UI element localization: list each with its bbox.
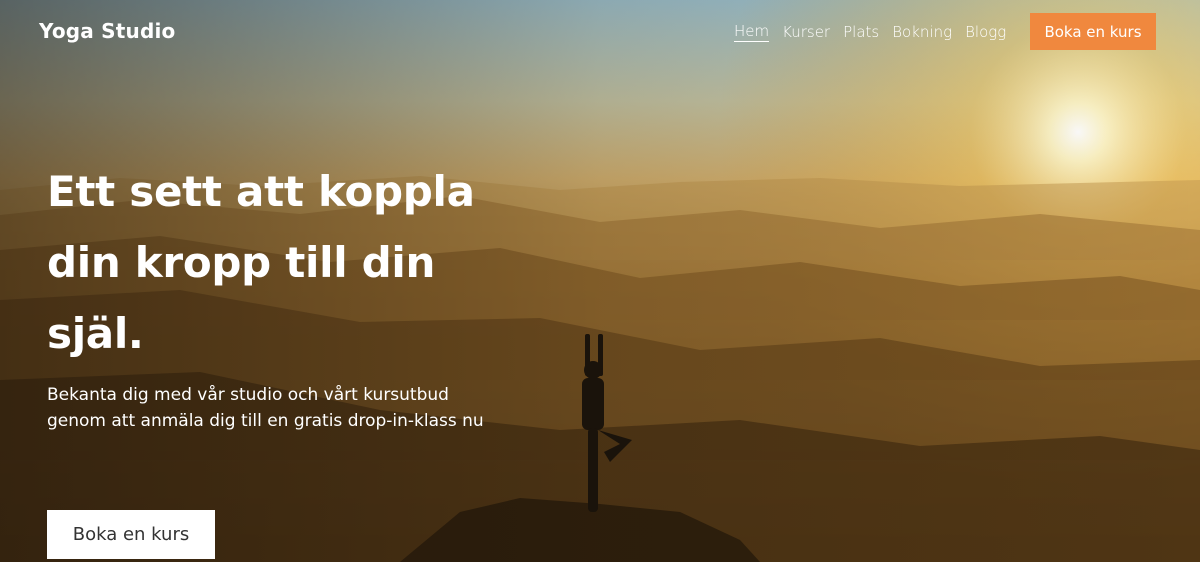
book-course-nav-button[interactable]: Boka en kurs — [1030, 13, 1156, 50]
nav-item-blogg[interactable]: Blogg — [965, 23, 1006, 41]
brand-logo[interactable]: Yoga Studio — [39, 19, 175, 43]
hero-section: Yoga Studio Hem Kurser Plats Bokning Blo… — [0, 0, 1200, 562]
hero-subtitle: Bekanta dig med vår studio och vårt kurs… — [47, 385, 484, 431]
book-course-hero-button[interactable]: Boka en kurs — [47, 510, 215, 559]
main-nav: Hem Kurser Plats Bokning Blogg — [734, 22, 1006, 42]
hero-headline: Ett sett att koppla din kropp till din s… — [47, 167, 475, 358]
nav-item-bokning[interactable]: Bokning — [892, 23, 952, 41]
nav-item-hem[interactable]: Hem — [734, 22, 770, 42]
nav-item-kurser[interactable]: Kurser — [782, 23, 830, 41]
nav-item-plats[interactable]: Plats — [843, 23, 879, 41]
